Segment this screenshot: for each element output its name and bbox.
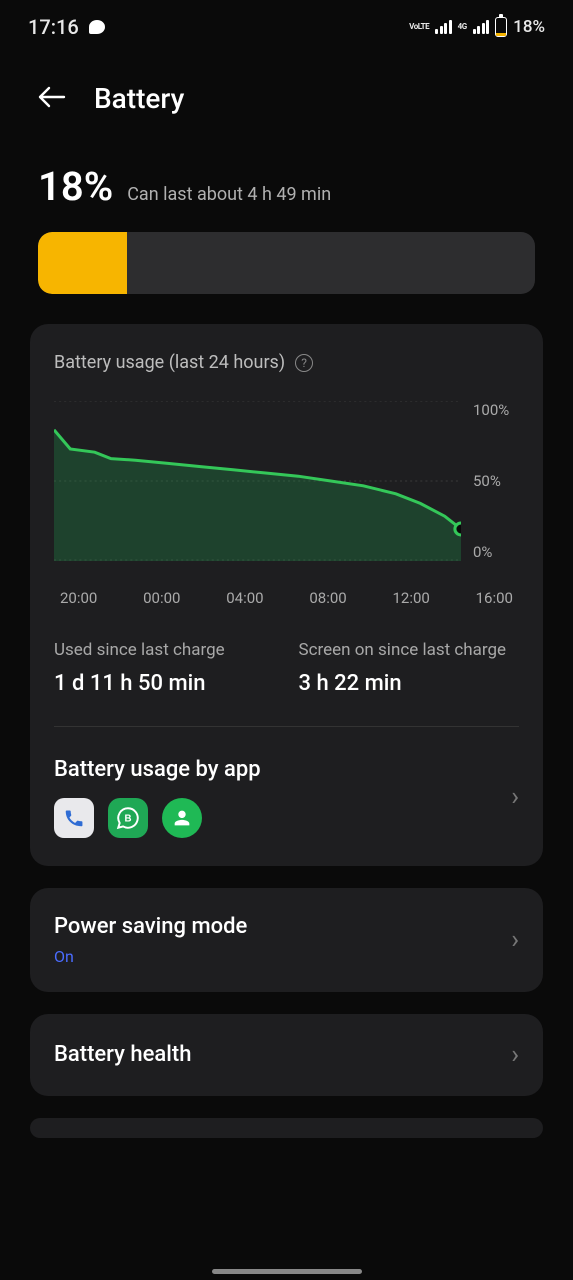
ylabel-50: 50%: [473, 472, 519, 490]
page-title: Battery: [94, 82, 184, 115]
battery-chart: 100% 50% 0%: [54, 401, 519, 561]
chart-y-labels: 100% 50% 0%: [473, 401, 519, 561]
whatsapp-business-app-icon: B: [108, 798, 148, 838]
battery-estimate: Can last about 4 h 49 min: [127, 184, 331, 205]
xlabel: 08:00: [309, 589, 346, 607]
status-time: 17:16: [28, 15, 79, 39]
chevron-right-icon: ›: [511, 782, 519, 812]
battery-health-title: Battery health: [54, 1042, 191, 1067]
battery-icon: [495, 17, 507, 37]
signal-icon-2: [473, 20, 490, 34]
nav-handle[interactable]: [212, 1269, 362, 1274]
battery-level-bar: [38, 232, 535, 294]
header: Battery: [0, 50, 573, 139]
battery-percent: 18%: [38, 163, 113, 210]
whatsapp-business-icon: B: [115, 805, 141, 831]
power-saving-mode[interactable]: Power saving mode On ›: [30, 888, 543, 992]
help-icon[interactable]: ?: [295, 354, 313, 372]
svg-text:B: B: [124, 813, 131, 824]
screen-label: Screen on since last charge: [299, 639, 520, 663]
app-icons-row: B: [54, 798, 261, 838]
back-button[interactable]: [38, 82, 66, 115]
xlabel: 20:00: [60, 589, 97, 607]
battery-summary: 18% Can last about 4 h 49 min: [0, 139, 573, 294]
person-icon: [171, 807, 193, 829]
contacts-app-icon: [162, 798, 202, 838]
battery-chart-svg: [54, 401, 461, 561]
battery-usage-by-app[interactable]: Battery usage by app B ›: [54, 757, 519, 838]
used-since-charge: Used since last charge 1 d 11 h 50 min: [54, 639, 275, 696]
status-bar: 17:16 VoLTE 4G 18%: [0, 0, 573, 50]
net-label-2: 4G: [458, 23, 467, 31]
ylabel-100: 100%: [473, 401, 519, 419]
by-app-title: Battery usage by app: [54, 757, 261, 782]
status-right: VoLTE 4G 18%: [409, 17, 545, 37]
used-value: 1 d 11 h 50 min: [54, 671, 275, 696]
xlabel: 04:00: [226, 589, 263, 607]
used-label: Used since last charge: [54, 639, 275, 663]
arrow-left-icon: [38, 86, 66, 108]
usage-stats: Used since last charge 1 d 11 h 50 min S…: [54, 639, 519, 696]
ylabel-0: 0%: [473, 543, 519, 561]
screen-value: 3 h 22 min: [299, 671, 520, 696]
chevron-right-icon: ›: [511, 925, 519, 955]
phone-app-icon: [54, 798, 94, 838]
battery-usage-card: Battery usage (last 24 hours) ? 100% 50%…: [30, 324, 543, 866]
xlabel: 12:00: [393, 589, 430, 607]
battery-health[interactable]: Battery health ›: [30, 1014, 543, 1096]
chart-x-labels: 20:00 00:00 04:00 08:00 12:00 16:00: [54, 589, 519, 607]
xlabel: 16:00: [476, 589, 513, 607]
phone-icon: [63, 807, 85, 829]
power-saving-title: Power saving mode: [54, 914, 247, 939]
divider: [54, 726, 519, 727]
chevron-right-icon: ›: [511, 1040, 519, 1070]
battery-level-fill: [38, 232, 127, 294]
usage-card-title: Battery usage (last 24 hours): [54, 352, 285, 373]
xlabel: 00:00: [143, 589, 180, 607]
screen-on-since-charge: Screen on since last charge 3 h 22 min: [299, 639, 520, 696]
status-battery-pct: 18%: [513, 17, 545, 37]
notification-icon: [89, 20, 105, 34]
signal-icon-1: [435, 20, 452, 34]
status-left: 17:16: [28, 15, 105, 39]
next-card-peek: [30, 1118, 543, 1138]
net-label-1: VoLTE: [409, 23, 429, 31]
power-saving-status: On: [54, 947, 247, 966]
